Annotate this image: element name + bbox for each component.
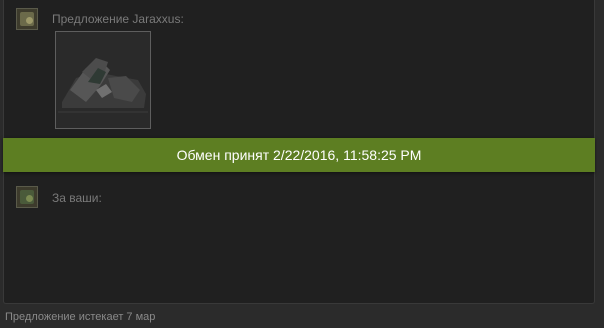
offer-expiry-text: Предложение истекает 7 мар	[5, 311, 156, 323]
user-avatar[interactable]	[16, 186, 38, 208]
trade-item[interactable]	[55, 31, 151, 129]
partner-avatar-icon	[20, 12, 34, 26]
trade-status-banner: Обмен принят 2/22/2016, 11:58:25 PM	[3, 138, 595, 172]
item-image-icon	[56, 32, 150, 128]
your-offer-label: За ваши:	[52, 191, 102, 205]
partner-offer-label: Предложение Jaraxxus:	[52, 12, 184, 26]
trade-status-text: Обмен принят 2/22/2016, 11:58:25 PM	[176, 147, 422, 163]
user-avatar-icon	[20, 190, 34, 204]
partner-avatar[interactable]	[16, 8, 38, 30]
